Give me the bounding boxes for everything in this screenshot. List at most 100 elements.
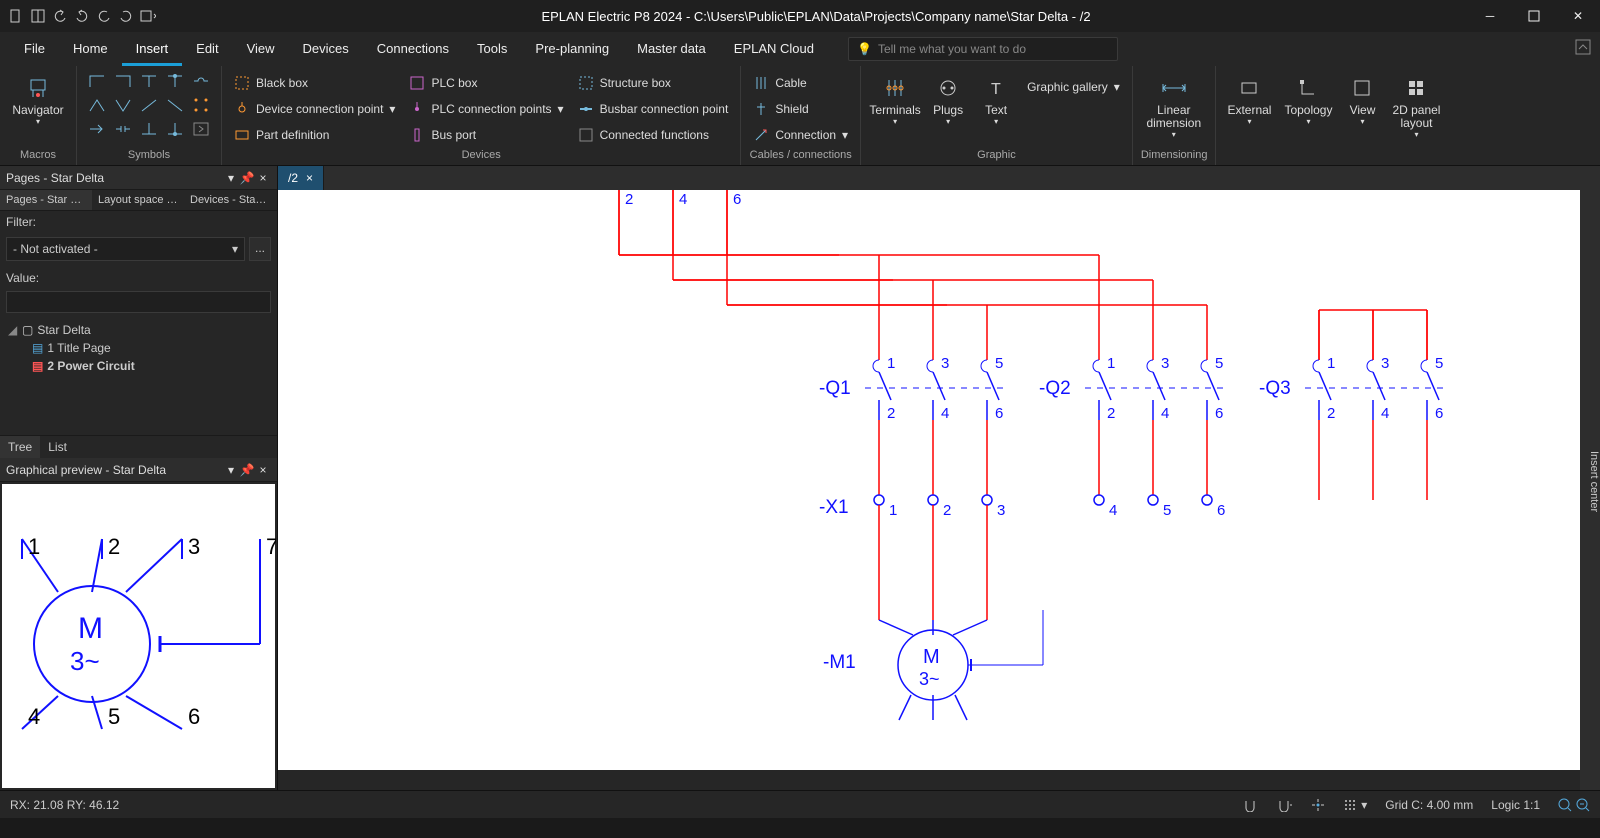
menu-insert[interactable]: Insert (122, 32, 183, 66)
qat-more-icon[interactable] (140, 8, 156, 24)
maximize-button[interactable] (1512, 0, 1556, 32)
external-button[interactable]: External▾ (1224, 70, 1274, 126)
svg-text:4: 4 (941, 405, 949, 422)
blackbox-button[interactable]: Black box (230, 72, 399, 94)
plugs-button[interactable]: Plugs▾ (927, 70, 969, 126)
sym-diag1[interactable] (137, 94, 161, 116)
cable-button[interactable]: Cable (749, 72, 852, 94)
plcconn-icon (409, 101, 425, 117)
sym-arrow-r[interactable] (85, 118, 109, 140)
search-placeholder: Tell me what you want to do (878, 42, 1026, 56)
topology-button[interactable]: Topology▾ (1280, 70, 1336, 126)
sym-angle1[interactable] (85, 94, 109, 116)
preview-close-icon[interactable]: × (255, 463, 271, 477)
snap2-icon[interactable] (1277, 798, 1293, 812)
view-button[interactable]: View▾ (1342, 70, 1382, 126)
subtab-devices[interactable]: Devices - Star ... (184, 190, 276, 210)
sym-tee-up-dot[interactable] (163, 118, 187, 140)
menu-eplan-cloud[interactable]: EPLAN Cloud (720, 32, 828, 66)
panel-menu-icon[interactable]: ▾ (223, 171, 239, 185)
page-icon: ▤ (32, 359, 43, 373)
grid-icon[interactable]: ▾ (1343, 798, 1367, 812)
connfun-button[interactable]: Connected functions (574, 124, 733, 146)
target-icon[interactable] (1311, 798, 1325, 812)
filter-dropdown[interactable]: - Not activated -▾ (6, 237, 245, 261)
ribbon-collapse-icon[interactable] (1574, 38, 1592, 59)
search-box[interactable]: 💡 Tell me what you want to do (848, 37, 1118, 61)
panel-pin-icon[interactable]: 📌 (239, 171, 255, 185)
busbar-button[interactable]: Busbar connection point (574, 98, 733, 120)
terminals-button[interactable]: Terminals▾ (869, 70, 921, 126)
insert-center-tab[interactable]: Insert center (1580, 166, 1600, 790)
navigator-button[interactable]: Navigator ▾ (8, 70, 68, 126)
redo2-icon[interactable] (118, 8, 134, 24)
new-icon[interactable] (8, 8, 24, 24)
sym-tee-up[interactable] (137, 118, 161, 140)
sym-corner-tl[interactable] (85, 70, 109, 92)
sym-diag2[interactable] (163, 94, 187, 116)
svg-text:4: 4 (1161, 405, 1169, 422)
list-tab[interactable]: List (40, 436, 75, 458)
menu-file[interactable]: File (10, 32, 59, 66)
panel-button[interactable]: 2D panel layout▾ (1388, 70, 1444, 139)
title-bar: EPLAN Electric P8 2024 - C:\Users\Public… (0, 0, 1600, 32)
group-devices: Black box Device connection point ▾ Part… (222, 66, 741, 165)
partdef-button[interactable]: Part definition (230, 124, 399, 146)
minimize-button[interactable]: ─ (1468, 0, 1512, 32)
snap-icon[interactable] (1243, 798, 1259, 812)
tree-tab[interactable]: Tree (0, 436, 40, 458)
text-button[interactable]: TText▾ (975, 70, 1017, 126)
subtab-pages[interactable]: Pages - Star D... (0, 190, 92, 210)
sym-more[interactable] (189, 118, 213, 140)
undo2-icon[interactable] (96, 8, 112, 24)
menu-devices[interactable]: Devices (289, 32, 363, 66)
panel-close-icon[interactable]: × (255, 171, 271, 185)
filter-more-button[interactable]: ... (249, 237, 271, 261)
close-button[interactable]: ✕ (1556, 0, 1600, 32)
menu-tools[interactable]: Tools (463, 32, 521, 66)
svg-text:2: 2 (625, 191, 633, 208)
plcbox-button[interactable]: PLC box (405, 72, 567, 94)
svg-text:6: 6 (733, 191, 741, 208)
sym-corner-tr[interactable] (111, 70, 135, 92)
zoom-out-icon[interactable] (1558, 798, 1572, 812)
connection-button[interactable]: Connection ▾ (749, 124, 852, 146)
ribbon: Navigator ▾ Macros (0, 66, 1600, 166)
menu-pre-planning[interactable]: Pre-planning (521, 32, 623, 66)
open-icon[interactable] (30, 8, 46, 24)
sym-tee-down[interactable] (137, 70, 161, 92)
svg-text:1: 1 (1327, 355, 1335, 372)
schematic-canvas[interactable]: 246-Q1123456-Q2123456-Q3123456-X1123456-… (278, 190, 1580, 770)
preview-menu-icon[interactable]: ▾ (223, 463, 239, 477)
symbol-grid (85, 70, 213, 140)
devconn-button[interactable]: Device connection point ▾ (230, 98, 399, 120)
structbox-button[interactable]: Structure box (574, 72, 733, 94)
shield-button[interactable]: Shield (749, 98, 852, 120)
menu-home[interactable]: Home (59, 32, 122, 66)
sym-dots[interactable] (189, 94, 213, 116)
tree-page-1[interactable]: ▤1 Title Page (4, 339, 273, 357)
menu-view[interactable]: View (233, 32, 289, 66)
value-input[interactable] (6, 291, 271, 313)
plcconn-button[interactable]: PLC connection points ▾ (405, 98, 567, 120)
redo-icon[interactable] (74, 8, 90, 24)
svg-text:2: 2 (1327, 405, 1335, 422)
menu-master-data[interactable]: Master data (623, 32, 720, 66)
doc-tab-2[interactable]: /2 × (278, 166, 324, 190)
undo-icon[interactable] (52, 8, 68, 24)
gallery-button[interactable]: Graphic gallery ▾ (1023, 76, 1124, 98)
sym-jumper[interactable] (189, 70, 213, 92)
menu-edit[interactable]: Edit (182, 32, 232, 66)
tab-close-icon[interactable]: × (306, 166, 313, 190)
tree-page-2[interactable]: ▤2 Power Circuit (4, 357, 273, 375)
sym-break[interactable] (111, 118, 135, 140)
sym-tee-down-dot[interactable] (163, 70, 187, 92)
preview-pin-icon[interactable]: 📌 (239, 463, 255, 477)
zoom-in-icon[interactable] (1576, 798, 1590, 812)
subtab-layout[interactable]: Layout space -... (92, 190, 184, 210)
menu-connections[interactable]: Connections (363, 32, 463, 66)
busport-button[interactable]: Bus port (405, 124, 567, 146)
lindim-button[interactable]: Linear dimension▾ (1141, 70, 1207, 139)
sym-angle2[interactable] (111, 94, 135, 116)
tree-root[interactable]: ◢▢Star Delta (4, 321, 273, 339)
